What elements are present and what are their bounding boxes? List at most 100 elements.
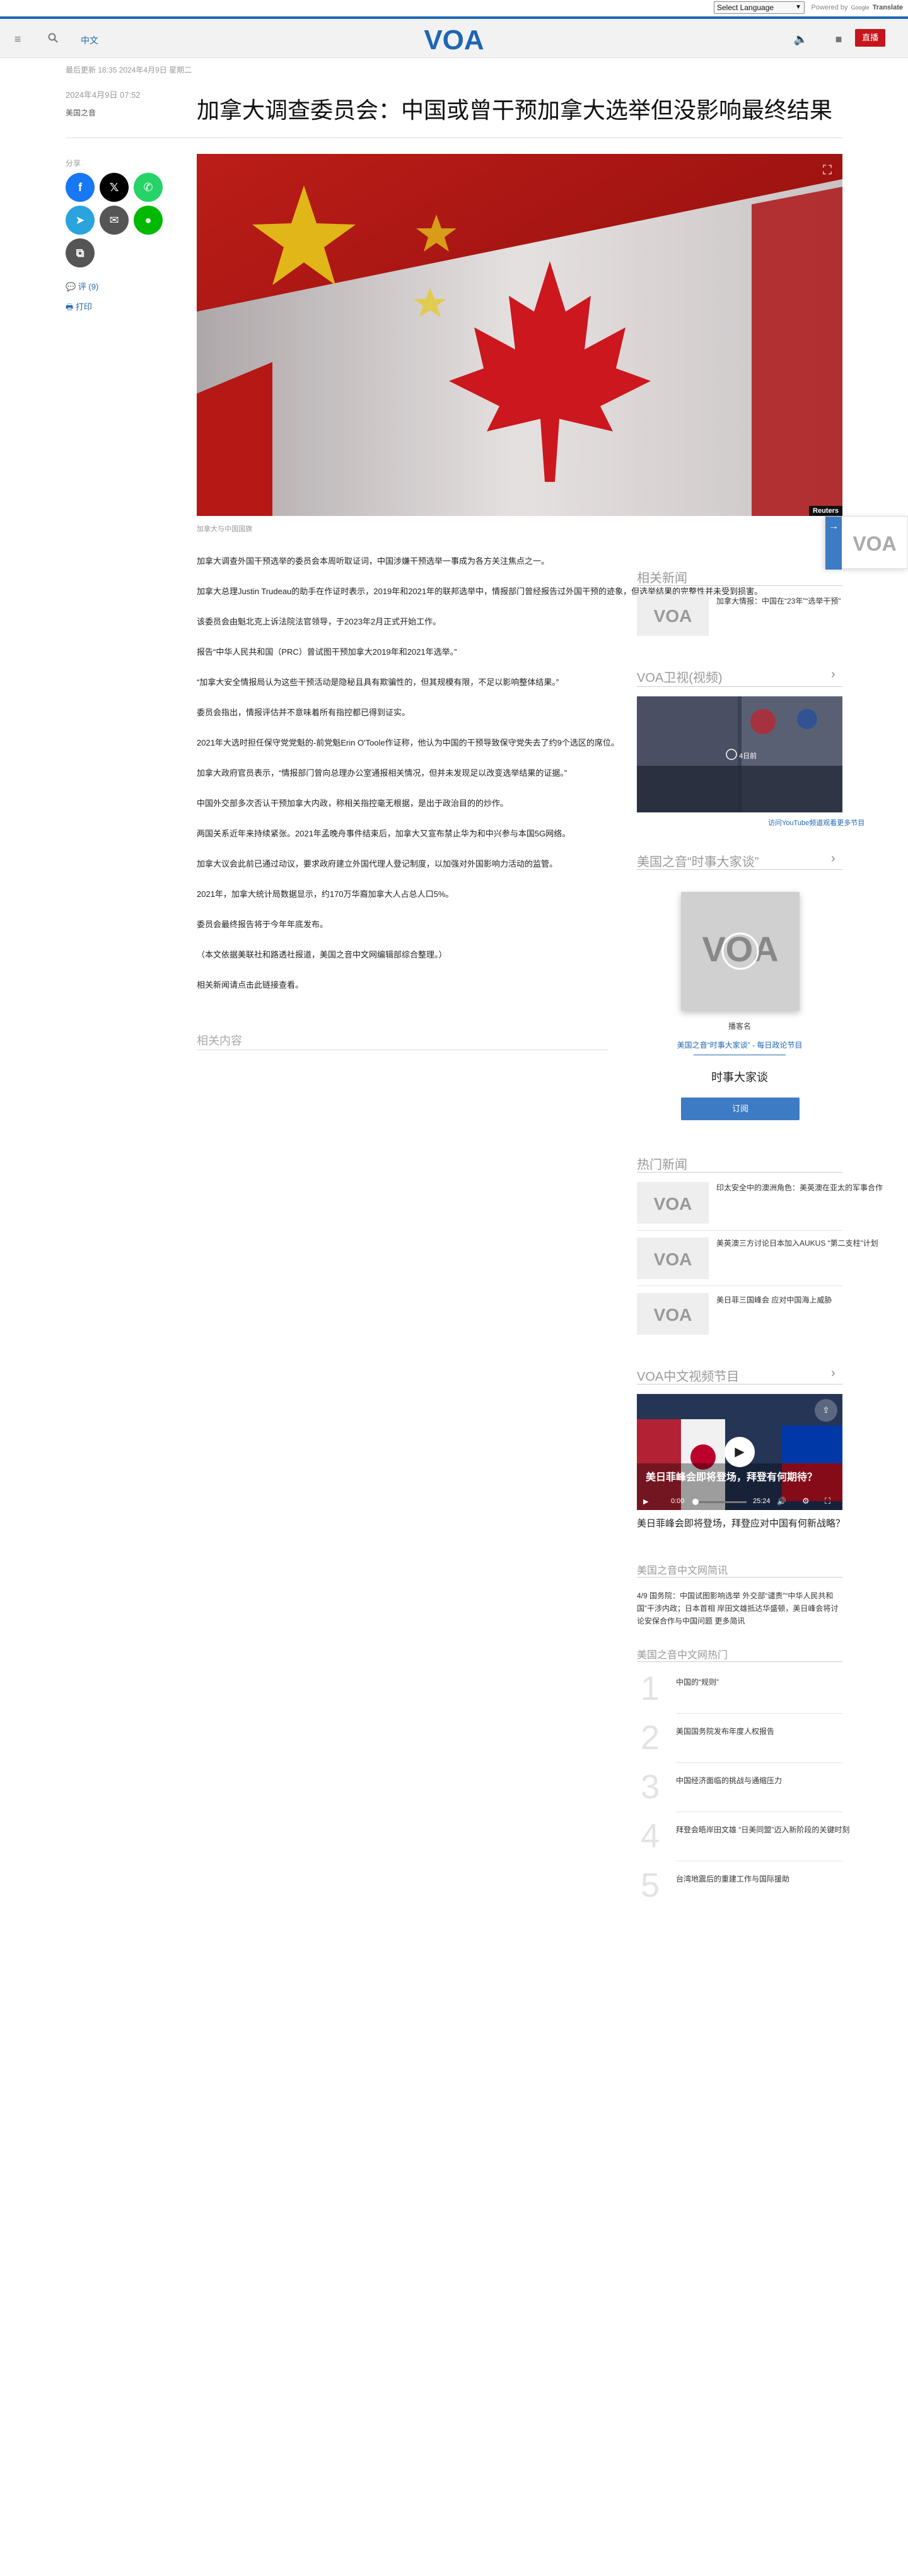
divider [637, 686, 842, 687]
video-player[interactable]: 美日菲峰会即将登场，拜登有何期待？ ▶ ⇪ ▶ 0:00 25:24 🔊 ⚙ ⛶ [637, 1394, 842, 1510]
news-thumbnail[interactable]: VOA [637, 594, 709, 636]
voa-logo-placeholder: VOA [654, 1194, 692, 1212]
video-caption[interactable]: 美日菲峰会即将登场，拜登应对中国有何新战略？ [637, 1516, 845, 1530]
hot-news-thumbnail[interactable]: VOA [637, 1238, 709, 1279]
podcast-subtitle[interactable]: 美国之音“时事大家谈” - 每日政论节目 [637, 1039, 842, 1050]
powered-by-label: Powered by [811, 4, 848, 11]
voa-logo-placeholder: VOA [654, 1305, 692, 1323]
line-share-button[interactable]: ● [134, 206, 163, 235]
whatsapp-icon: ✆ [143, 181, 153, 194]
x-share-button[interactable]: 𝕏 [100, 173, 129, 202]
floating-next-article[interactable]: → VOA [825, 516, 908, 570]
youtube-channel-link[interactable]: 访问YouTube频道观看更多节目 [768, 817, 864, 828]
briefs-text[interactable]: 4/9 国务院：中国试图影响选举 外交部“谴责”“中华人民共和国”干涉内政；日本… [637, 1590, 842, 1627]
podcast-subscribe-button[interactable]: 订阅 [681, 1098, 800, 1120]
divider [637, 1172, 842, 1173]
voa-logo[interactable]: VOA [421, 24, 487, 54]
hot-news-title: 热门新闻 [637, 1158, 687, 1172]
article-paragraph: 加拿大总理Justin Trudeau的助手在作证时表示，2019年和2021年… [197, 587, 763, 596]
whatsapp-share-button[interactable]: ✆ [134, 173, 163, 202]
author[interactable]: 美国之音 [66, 107, 96, 118]
svg-text:VOA: VOA [702, 929, 778, 969]
divider [676, 1762, 842, 1763]
news-item-link[interactable]: 加拿大情报：中国在“23年”“选举干预” [716, 595, 841, 607]
progress-handle[interactable] [692, 1499, 699, 1505]
article-paragraph: 相关新闻请点击此链接查看。 [197, 980, 304, 990]
popular-link[interactable]: 中国的“规则” [676, 1677, 719, 1687]
facebook-share-button[interactable]: f [66, 173, 95, 202]
last-updated: 最后更新 18:35 2024年4月9日 星期二 [66, 66, 192, 74]
video-timestamp: 4日前 [739, 752, 757, 760]
podcast-section-title[interactable]: 美国之音“时事大家谈” [637, 852, 759, 870]
svg-text:VOA: VOA [853, 532, 896, 555]
svg-text:VOA: VOA [654, 1194, 692, 1212]
email-share-button[interactable]: ✉ [100, 206, 129, 235]
line-icon: ● [144, 214, 152, 226]
divider [637, 585, 842, 586]
chevron-right-icon[interactable]: › [831, 852, 835, 866]
article-paragraph: 2021年大选时担任保守党党魁的-前党魁Erin O'Toole作证称，他认为中… [197, 738, 619, 747]
telegram-icon: ➤ [75, 214, 85, 226]
share-label: 分享 [66, 159, 81, 168]
progress-bar[interactable] [692, 1501, 747, 1503]
popular-link[interactable]: 美国国务院发布年度人权报告 [676, 1726, 774, 1736]
language-select-label: Select Language [717, 3, 774, 12]
voa-tv-title[interactable]: VOA卫视(视频) [637, 667, 723, 686]
share-video-icon[interactable]: ⇪ [815, 1399, 837, 1422]
svg-text:VOA: VOA [654, 1305, 692, 1323]
expand-icon[interactable]: ⛶ [818, 161, 836, 179]
telegram-share-button[interactable]: ➤ [66, 206, 95, 235]
video-camera-icon[interactable]: ■ [830, 30, 847, 48]
comments-link[interactable]: 💬 评 (9) [66, 280, 98, 292]
divider [637, 1577, 842, 1578]
hot-news-link[interactable]: 美英澳三方讨论日本加入AUKUS “第二支柱”计划 [716, 1238, 878, 1249]
article-paragraph: 两国关系近年来持续紧张。2021年孟晚舟事件结束后，加拿大又宣布禁止华为和中兴参… [197, 829, 571, 838]
article-paragraph: 加拿大政府官员表示，“情报部门曾向总理办公室通报相关情况，但并未发现足以改变选举… [197, 768, 568, 778]
chevron-right-icon[interactable]: › [831, 667, 835, 682]
youtube-preview[interactable]: 4日前 [637, 696, 842, 812]
search-icon[interactable] [44, 30, 62, 48]
popular-link[interactable]: 中国经济面临的挑战与通缩压力 [676, 1775, 782, 1786]
comments-label: 评 (9) [78, 282, 99, 291]
popular-link[interactable]: 台湾地震后的重建工作与国际援助 [676, 1873, 789, 1884]
hot-news-link[interactable]: 印太安全中的澳洲角色：美英澳在亚太的军事合作 [716, 1182, 883, 1193]
divider [637, 1661, 842, 1662]
voa-logo-small: VOA [853, 532, 896, 555]
video-section-title[interactable]: VOA中文视频节目 [637, 1366, 739, 1385]
podcast-headline: 时事大家谈 [711, 1071, 768, 1084]
volume-icon[interactable]: 🔊 [777, 1497, 786, 1506]
related-content-title: 相关内容 [197, 1034, 242, 1047]
play-icon[interactable]: ▶ [725, 1437, 755, 1467]
hot-news-thumbnail[interactable]: VOA [637, 1182, 709, 1224]
popular-link[interactable]: 拜登会晤岸田文雄 “日美同盟”迈入新阶段的关键时刻 [676, 1824, 849, 1835]
play-icon[interactable]: ▶ [643, 1497, 648, 1506]
fullscreen-icon[interactable]: ⛶ [825, 1496, 830, 1506]
divider [637, 1285, 842, 1286]
article-paragraph: 中国外交部多次否认干预加拿大内政，称相关指控毫无根据，是出于政治目的的炒作。 [197, 799, 509, 808]
arrow-right-icon[interactable]: → [825, 517, 842, 570]
print-icon: 🖶 [66, 302, 74, 312]
svg-text:VOA: VOA [654, 1250, 692, 1268]
popular-title: 美国之音中文网热门 [637, 1650, 728, 1661]
site-header: ≡ 中文 VOA 🔈 ■ 直播 [0, 16, 908, 58]
chevron-right-icon[interactable]: › [831, 1366, 835, 1381]
podcast-name: 播客名 [728, 1022, 751, 1031]
podcast-artwork[interactable]: VOA [681, 892, 800, 1010]
comment-icon: 💬 [66, 282, 76, 291]
language-select[interactable]: Select Language ▼ [714, 1, 805, 14]
speaker-icon[interactable]: 🔈 [792, 30, 810, 48]
hot-news-thumbnail[interactable]: VOA [637, 1293, 709, 1335]
hamburger-icon[interactable]: ≡ [9, 30, 26, 48]
google-label: Google [851, 4, 870, 11]
copy-link-button[interactable]: ⧉ [66, 238, 95, 267]
gear-icon[interactable]: ⚙ [802, 1496, 810, 1506]
translate-link[interactable]: Translate [873, 4, 903, 11]
hot-news-link[interactable]: 美日菲三国峰会 应对中国海上威胁 [716, 1294, 832, 1306]
divider [637, 1384, 842, 1385]
article-paragraph: （本文依据美联社和路透社报道，美国之音中文网编辑部综合整理。） [197, 950, 447, 959]
rank-number: 3 [641, 1768, 660, 1806]
live-button[interactable]: 直播 [855, 29, 885, 47]
print-link[interactable]: 🖶 打印 [66, 300, 92, 315]
article-photo: ⛶ Reuters [197, 154, 842, 516]
header-link[interactable]: 中文 [81, 34, 98, 47]
